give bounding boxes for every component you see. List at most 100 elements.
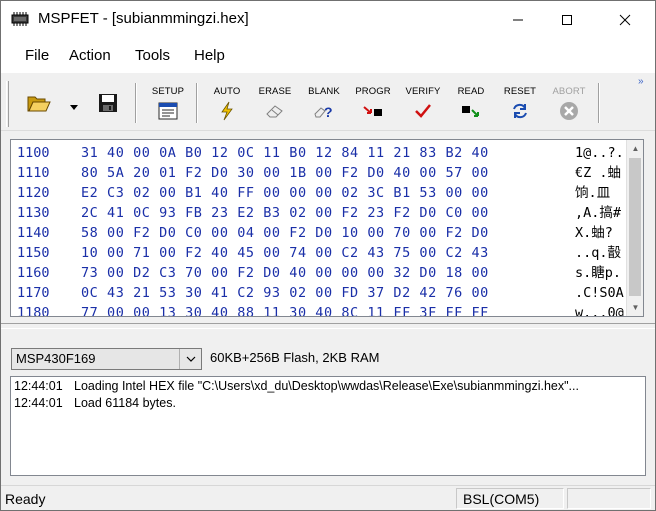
auto-button[interactable]: AUTO — [208, 79, 246, 127]
read-button[interactable]: READ — [452, 79, 490, 127]
hex-bytes: 58 00 F2 D0 C0 00 04 00 F2 D0 10 00 70 0… — [81, 225, 489, 241]
hex-ascii: X.蚰? — [575, 225, 613, 241]
hex-scrollbar[interactable]: ▲ ▼ — [626, 140, 643, 316]
auto-label: AUTO — [213, 86, 241, 97]
hex-bytes: 10 00 71 00 F2 40 45 00 74 00 C2 43 75 0… — [81, 245, 489, 261]
menu-tools[interactable]: Tools — [135, 47, 170, 64]
setup-button[interactable]: SETUP — [149, 79, 187, 127]
hex-row: 1110 80 5A 20 01 F2 D0 30 00 1B 00 F2 D0 … — [17, 163, 637, 183]
connection-status-panel: BSL(COM5) — [456, 488, 564, 509]
chevron-down-icon[interactable] — [179, 349, 201, 369]
hex-address: 1150 — [17, 245, 50, 261]
hex-address: 1180 — [17, 305, 50, 317]
read-label: READ — [457, 86, 485, 97]
maximize-icon — [562, 15, 572, 25]
hex-ascii: ..q.瞉 — [575, 245, 622, 261]
toolbar-separator — [135, 83, 137, 123]
blank-button[interactable]: BLANK ? — [304, 79, 344, 127]
log-view[interactable]: 12:44:01 Loading Intel HEX file "C:\User… — [10, 376, 646, 476]
menu-action[interactable]: Action — [69, 47, 111, 64]
verify-button[interactable]: VERIFY — [402, 79, 444, 127]
hex-row: 1130 2C 41 0C 93 FB 23 E2 B3 02 00 F2 23 … — [17, 203, 637, 223]
hex-address: 1100 — [17, 145, 50, 161]
hex-ascii: s.瞊p. — [575, 265, 622, 281]
hex-row: 1120 E2 C3 02 00 B1 40 FF 00 00 00 02 3C … — [17, 183, 637, 203]
abort-button[interactable]: ABORT — [549, 79, 589, 127]
hex-address: 1120 — [17, 185, 50, 201]
device-select[interactable]: MSP430F169 — [11, 348, 202, 370]
toolbar-separator — [598, 83, 600, 123]
toolbar: SETUP AUTO ERASE BLANK ? PROGR VERIFY RE… — [1, 73, 655, 131]
reset-icon — [509, 100, 531, 122]
open-dropdown-button[interactable] — [69, 99, 79, 114]
close-button[interactable] — [602, 1, 648, 39]
eraser-icon — [264, 100, 286, 122]
menu-file[interactable]: File — [25, 47, 49, 64]
hex-ascii: w...0@ — [575, 305, 624, 317]
hex-bytes: 73 00 D2 C3 70 00 F2 D0 40 00 00 00 32 D… — [81, 265, 489, 281]
hex-row: 1160 73 00 D2 C3 70 00 F2 D0 40 00 00 00 … — [17, 263, 637, 283]
pane-splitter[interactable] — [1, 323, 655, 329]
toolbar-grip[interactable] — [6, 81, 9, 127]
app-window: MSPFET - [subianmmingzi.hex] File Action… — [0, 0, 656, 511]
floppy-disk-icon — [99, 94, 117, 112]
hex-row: 1180 77 00 00 13 30 40 88 11 30 40 8C 11 … — [17, 303, 637, 317]
scroll-up-arrow-icon[interactable]: ▲ — [627, 140, 643, 157]
minimize-icon — [513, 19, 523, 21]
log-message: Loading Intel HEX file "C:\Users\xd_du\D… — [74, 379, 579, 393]
minimize-button[interactable] — [495, 1, 541, 39]
hex-row: 1150 10 00 71 00 F2 40 45 00 74 00 C2 43 … — [17, 243, 637, 263]
erase-button[interactable]: ERASE — [255, 79, 295, 127]
setup-icon — [157, 100, 179, 122]
folder-open-icon — [27, 96, 51, 112]
blank-label: BLANK — [308, 86, 340, 97]
status-text: Ready — [5, 491, 46, 507]
scrollbar-thumb[interactable] — [629, 158, 641, 296]
status-panel-empty — [567, 488, 651, 509]
hex-view[interactable]: 1100 31 40 00 0A B0 12 0C 11 B0 12 84 11 … — [10, 139, 644, 317]
menu-help[interactable]: Help — [194, 47, 225, 64]
hex-ascii: 1@..?. — [575, 145, 624, 161]
reset-label: RESET — [503, 86, 537, 97]
hex-address: 1140 — [17, 225, 50, 241]
close-icon — [619, 14, 631, 26]
hex-bytes: 80 5A 20 01 F2 D0 30 00 1B 00 F2 D0 40 0… — [81, 165, 489, 181]
program-button[interactable]: PROGR — [353, 79, 393, 127]
hex-bytes: 2C 41 0C 93 FB 23 E2 B3 02 00 F2 23 F2 D… — [81, 205, 489, 221]
hex-address: 1110 — [17, 165, 50, 181]
log-time: 12:44:01 — [14, 379, 63, 393]
abort-icon — [558, 100, 580, 122]
scroll-down-arrow-icon[interactable]: ▼ — [627, 299, 643, 316]
save-button[interactable] — [98, 93, 118, 116]
reset-button[interactable]: RESET — [501, 79, 539, 127]
window-title: MSPFET - [subianmmingzi.hex] — [38, 10, 249, 27]
hex-row: 1170 0C 43 21 53 30 41 C2 93 02 00 FD 37 … — [17, 283, 637, 303]
hex-bytes: E2 C3 02 00 B1 40 FF 00 00 00 02 3C B1 5… — [81, 185, 489, 201]
hex-bytes: 77 00 00 13 30 40 88 11 30 40 8C 11 FF 3… — [81, 305, 489, 317]
lightning-icon — [216, 100, 238, 122]
svg-text:?: ? — [324, 104, 333, 120]
hex-bytes: 0C 43 21 53 30 41 C2 93 02 00 FD 37 D2 4… — [81, 285, 489, 301]
open-button[interactable] — [27, 93, 51, 116]
hex-ascii: 饷.皿 — [575, 185, 611, 201]
connection-status: BSL(COM5) — [463, 491, 540, 507]
log-message: Load 61184 bytes. — [74, 396, 176, 410]
maximize-button[interactable] — [544, 1, 590, 39]
verify-label: VERIFY — [405, 86, 441, 97]
hex-row: 1100 31 40 00 0A B0 12 0C 11 B0 12 84 11 … — [17, 143, 637, 163]
menu-bar: File Action Tools Help — [1, 39, 655, 73]
toolbar-overflow-chevron[interactable]: » — [638, 76, 644, 87]
hex-bytes: 31 40 00 0A B0 12 0C 11 B0 12 84 11 21 8… — [81, 145, 489, 161]
hex-rows: 1100 31 40 00 0A B0 12 0C 11 B0 12 84 11 … — [17, 143, 637, 317]
title-bar[interactable]: MSPFET - [subianmmingzi.hex] — [1, 1, 655, 39]
chip-app-icon — [11, 12, 29, 26]
blank-check-icon: ? — [313, 100, 335, 122]
status-bar: Ready BSL(COM5) — [1, 485, 655, 510]
hex-ascii: ,A.搞# — [575, 205, 622, 221]
setup-label: SETUP — [151, 86, 185, 97]
erase-label: ERASE — [258, 86, 292, 97]
hex-address: 1130 — [17, 205, 50, 221]
hex-ascii: €Z .蚰 — [575, 165, 622, 181]
hex-ascii: .C!S0A — [575, 285, 624, 301]
program-label: PROGR — [355, 86, 391, 97]
